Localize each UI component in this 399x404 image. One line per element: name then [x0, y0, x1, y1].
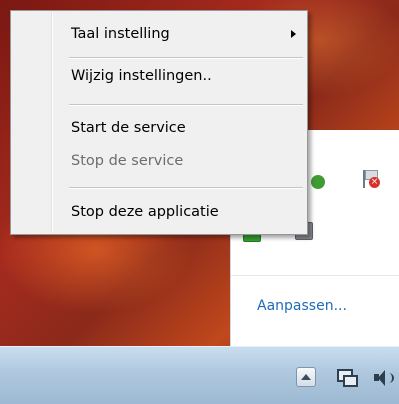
menu-separator [69, 57, 303, 59]
show-hidden-icons-button[interactable] [296, 367, 316, 387]
menu-item-label: Stop de service [71, 153, 184, 169]
menu-item-change-settings[interactable]: Wijzig instellingen.. [13, 61, 305, 91]
menu-separator [69, 187, 303, 189]
context-menu: Taal instelling Wijzig instellingen.. St… [10, 10, 308, 235]
menu-item-label: Taal instelling [71, 26, 170, 42]
taskbar [0, 346, 399, 404]
volume-icon[interactable] [373, 369, 394, 387]
green-check-icon[interactable] [311, 175, 325, 189]
customize-link[interactable]: Aanpassen... [257, 298, 347, 314]
menu-item-language[interactable]: Taal instelling [13, 19, 305, 49]
network-icon[interactable] [335, 367, 358, 387]
menu-separator [69, 104, 303, 106]
flag-error-icon[interactable]: × [359, 168, 381, 190]
menu-item-stop-service[interactable]: Stop de service [13, 146, 305, 176]
menu-item-label: Start de service [71, 120, 186, 136]
menu-item-start-service[interactable]: Start de service [13, 113, 305, 143]
menu-item-label: Stop deze applicatie [71, 204, 219, 220]
menu-item-label: Wijzig instellingen.. [71, 68, 212, 84]
chevron-up-icon [301, 374, 311, 380]
divider [231, 275, 399, 276]
submenu-arrow-icon [291, 30, 296, 38]
menu-item-exit-application[interactable]: Stop deze applicatie [13, 197, 305, 227]
